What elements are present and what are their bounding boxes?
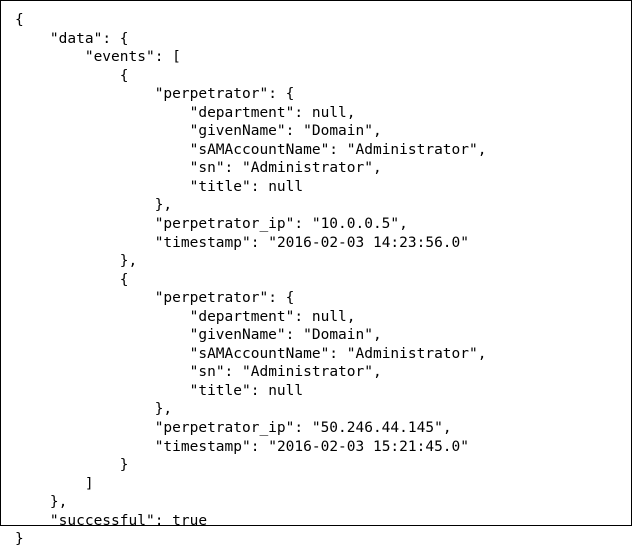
key-sAMAccountName: sAMAccountName — [198, 346, 320, 362]
brace-open: { — [15, 12, 24, 28]
key-givenName: givenName — [198, 123, 277, 139]
key-givenName: givenName — [198, 327, 277, 343]
key-sn: sn — [198, 364, 215, 380]
brace-close: } — [15, 531, 24, 547]
value-sn-0: Administrator — [251, 160, 365, 176]
key-sn: sn — [198, 160, 215, 176]
key-department: department — [198, 309, 285, 325]
key-data: data — [59, 31, 94, 47]
value-givenName-1: Domain — [312, 327, 364, 343]
value-sn-1: Administrator — [251, 364, 365, 380]
value-department-1: null — [312, 309, 347, 325]
value-department-0: null — [312, 105, 347, 121]
key-perpetrator-ip: perpetrator_ip — [163, 420, 285, 436]
key-timestamp: timestamp — [163, 235, 242, 251]
key-successful: successful — [59, 513, 146, 529]
key-title: title — [198, 179, 242, 195]
key-perpetrator: perpetrator — [163, 290, 259, 306]
value-ip-0: 10.0.0.5 — [321, 216, 391, 232]
value-title-1: null — [268, 383, 303, 399]
value-sAMAccountName-0: Administrator — [356, 142, 470, 158]
key-title: title — [198, 383, 242, 399]
key-perpetrator: perpetrator — [163, 86, 259, 102]
value-sAMAccountName-1: Administrator — [356, 346, 470, 362]
value-timestamp-1: 2016-02-03 15:21:45.0 — [277, 439, 460, 455]
json-source: { "data": { "events": [ { "perpetrator":… — [15, 11, 617, 549]
key-perpetrator-ip: perpetrator_ip — [163, 216, 285, 232]
value-timestamp-0: 2016-02-03 14:23:56.0 — [277, 235, 460, 251]
value-successful: true — [172, 513, 207, 529]
key-department: department — [198, 105, 285, 121]
key-timestamp: timestamp — [163, 439, 242, 455]
value-ip-1: 50.246.44.145 — [321, 420, 435, 436]
key-events: events — [94, 49, 146, 65]
value-title-0: null — [268, 179, 303, 195]
key-sAMAccountName: sAMAccountName — [198, 142, 320, 158]
json-code-block: { "data": { "events": [ { "perpetrator":… — [0, 0, 632, 526]
value-givenName-0: Domain — [312, 123, 364, 139]
